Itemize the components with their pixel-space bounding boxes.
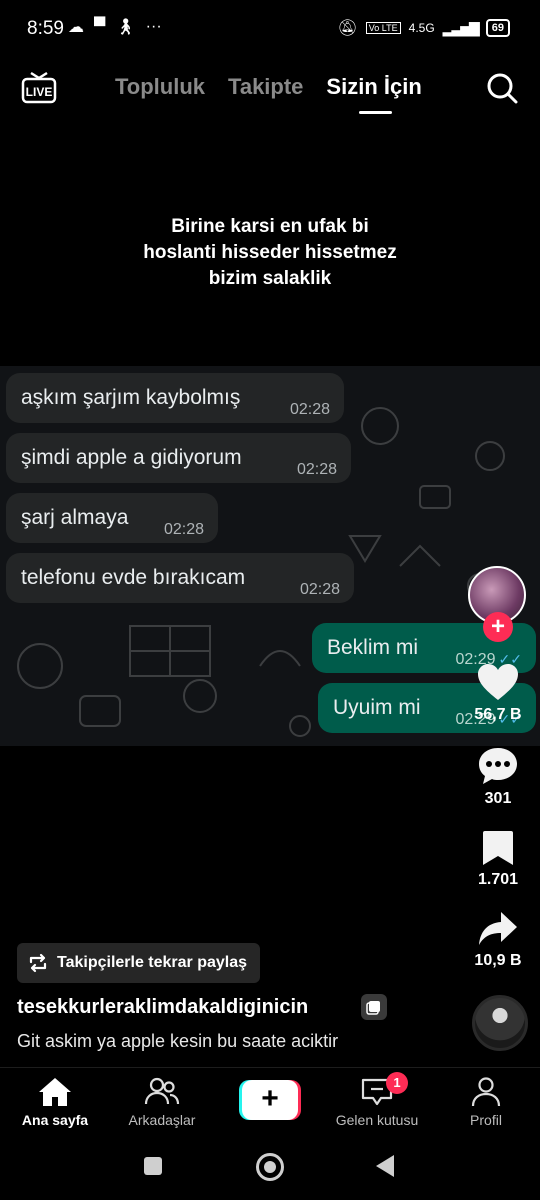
repost-label: Takipçilerle tekrar paylaş: [57, 954, 248, 971]
cloud-icon: ☁: [68, 19, 84, 36]
live-label: LIVE: [26, 85, 53, 99]
message-text: şarj almaya: [21, 506, 129, 529]
nav-inbox[interactable]: Gelen kutusu: [322, 1076, 432, 1128]
live-icon[interactable]: LIVE: [21, 70, 57, 104]
back-triangle-icon[interactable]: [376, 1155, 394, 1177]
tab-following[interactable]: Takipte: [228, 74, 303, 100]
bookmark-icon: [483, 831, 513, 865]
search-icon[interactable]: [486, 72, 518, 104]
creator-badge-icon: [361, 994, 387, 1020]
caption-line: bizim salaklik: [208, 268, 332, 289]
top-navigation: LIVE Topluluk Takipte Sizin İçin: [0, 60, 540, 120]
repost-icon: [29, 953, 47, 973]
comment-count: 301: [484, 790, 512, 807]
network-label: 4.5G: [408, 21, 435, 35]
save-button[interactable]: 1.701: [458, 829, 538, 889]
walking-icon: 🚶︎: [115, 19, 136, 36]
message-text: telefonu evde bırakıcam: [21, 566, 246, 589]
post-username[interactable]: tesekkurleraklimdakaldiginicin: [17, 996, 308, 1019]
plus-icon: +: [242, 1080, 298, 1120]
nav-home[interactable]: Ana sayfa: [0, 1076, 110, 1128]
system-navigation: [0, 1135, 540, 1200]
like-count: 56,7 B: [474, 706, 522, 723]
comment-icon: [479, 748, 517, 784]
battery-icon: 69: [485, 19, 510, 37]
status-bar: 8:59 ☁ ▀ 🚶︎ ··· 🔕︎ Vo LTE 4.5G ▂▃▅▇ 69: [0, 0, 540, 60]
post-description[interactable]: Git askim ya apple kesin bu saate acikti…: [17, 1031, 338, 1052]
save-count: 1.701: [477, 871, 519, 888]
tab-for-you[interactable]: Sizin İçin: [326, 74, 422, 114]
share-button[interactable]: 10,9 B: [458, 910, 538, 970]
caption-line: Birine karsi en ufak bi: [171, 216, 369, 237]
repost-to-followers-button[interactable]: Takipçilerle tekrar paylaş: [17, 943, 261, 983]
message-time: 02:28: [296, 461, 337, 478]
share-arrow-icon: [479, 912, 517, 945]
message-time: 02:28: [163, 521, 204, 538]
more-dots-icon: ···: [145, 18, 162, 35]
create-post-button[interactable]: +: [239, 1080, 301, 1120]
message-text: aşkım şarjım kaybolmış: [21, 386, 241, 409]
nav-friends-label: Arkadaşlar: [128, 1112, 196, 1128]
message-text: Uyuim mi: [333, 696, 421, 719]
message-text: Beklim mi: [327, 636, 419, 659]
chat-message-incoming: aşkım şarjım kaybolmış 02:28: [6, 373, 344, 423]
heart-icon: [478, 664, 518, 700]
message-time: 02:28: [299, 581, 340, 598]
notification-icon: ▀: [94, 18, 106, 35]
volte-icon: Vo LTE: [365, 22, 401, 34]
profile-icon: [471, 1077, 501, 1107]
nav-profile[interactable]: Profil: [431, 1076, 540, 1128]
comment-button[interactable]: 301: [458, 746, 538, 808]
status-time: 8:59: [27, 18, 64, 39]
follow-plus-button[interactable]: +: [483, 612, 513, 642]
nav-inbox-label: Gelen kutusu: [335, 1112, 419, 1128]
message-text: şimdi apple a gidiyorum: [21, 446, 242, 469]
music-disc-avatar[interactable]: [472, 995, 528, 1051]
chat-message-incoming: şimdi apple a gidiyorum 02:28: [6, 433, 351, 483]
home-icon: [39, 1078, 71, 1106]
share-count: 10,9 B: [474, 952, 522, 969]
mute-bell-icon: 🔕︎: [337, 20, 358, 37]
caption-line: hoslanti hisseder hissetmez: [143, 242, 397, 263]
message-time: 02:28: [289, 401, 330, 418]
nav-home-label: Ana sayfa: [21, 1112, 89, 1128]
like-button[interactable]: 56,7 B: [458, 662, 538, 724]
recent-apps-icon[interactable]: [144, 1157, 162, 1175]
inbox-badge: 1: [386, 1072, 408, 1094]
signal-icon: ▂▃▅▇: [442, 19, 480, 36]
chat-message-incoming: telefonu evde bırakıcam 02:28: [6, 553, 354, 603]
home-circle-icon[interactable]: [256, 1153, 284, 1181]
friends-icon: [144, 1077, 180, 1105]
chat-message-incoming: şarj almaya 02:28: [6, 493, 218, 543]
nav-friends[interactable]: Arkadaşlar: [107, 1076, 217, 1128]
tab-community[interactable]: Topluluk: [115, 74, 205, 100]
nav-profile-label: Profil: [470, 1112, 502, 1128]
video-caption: Birine karsi en ufak bi hoslanti hissede…: [0, 214, 540, 292]
